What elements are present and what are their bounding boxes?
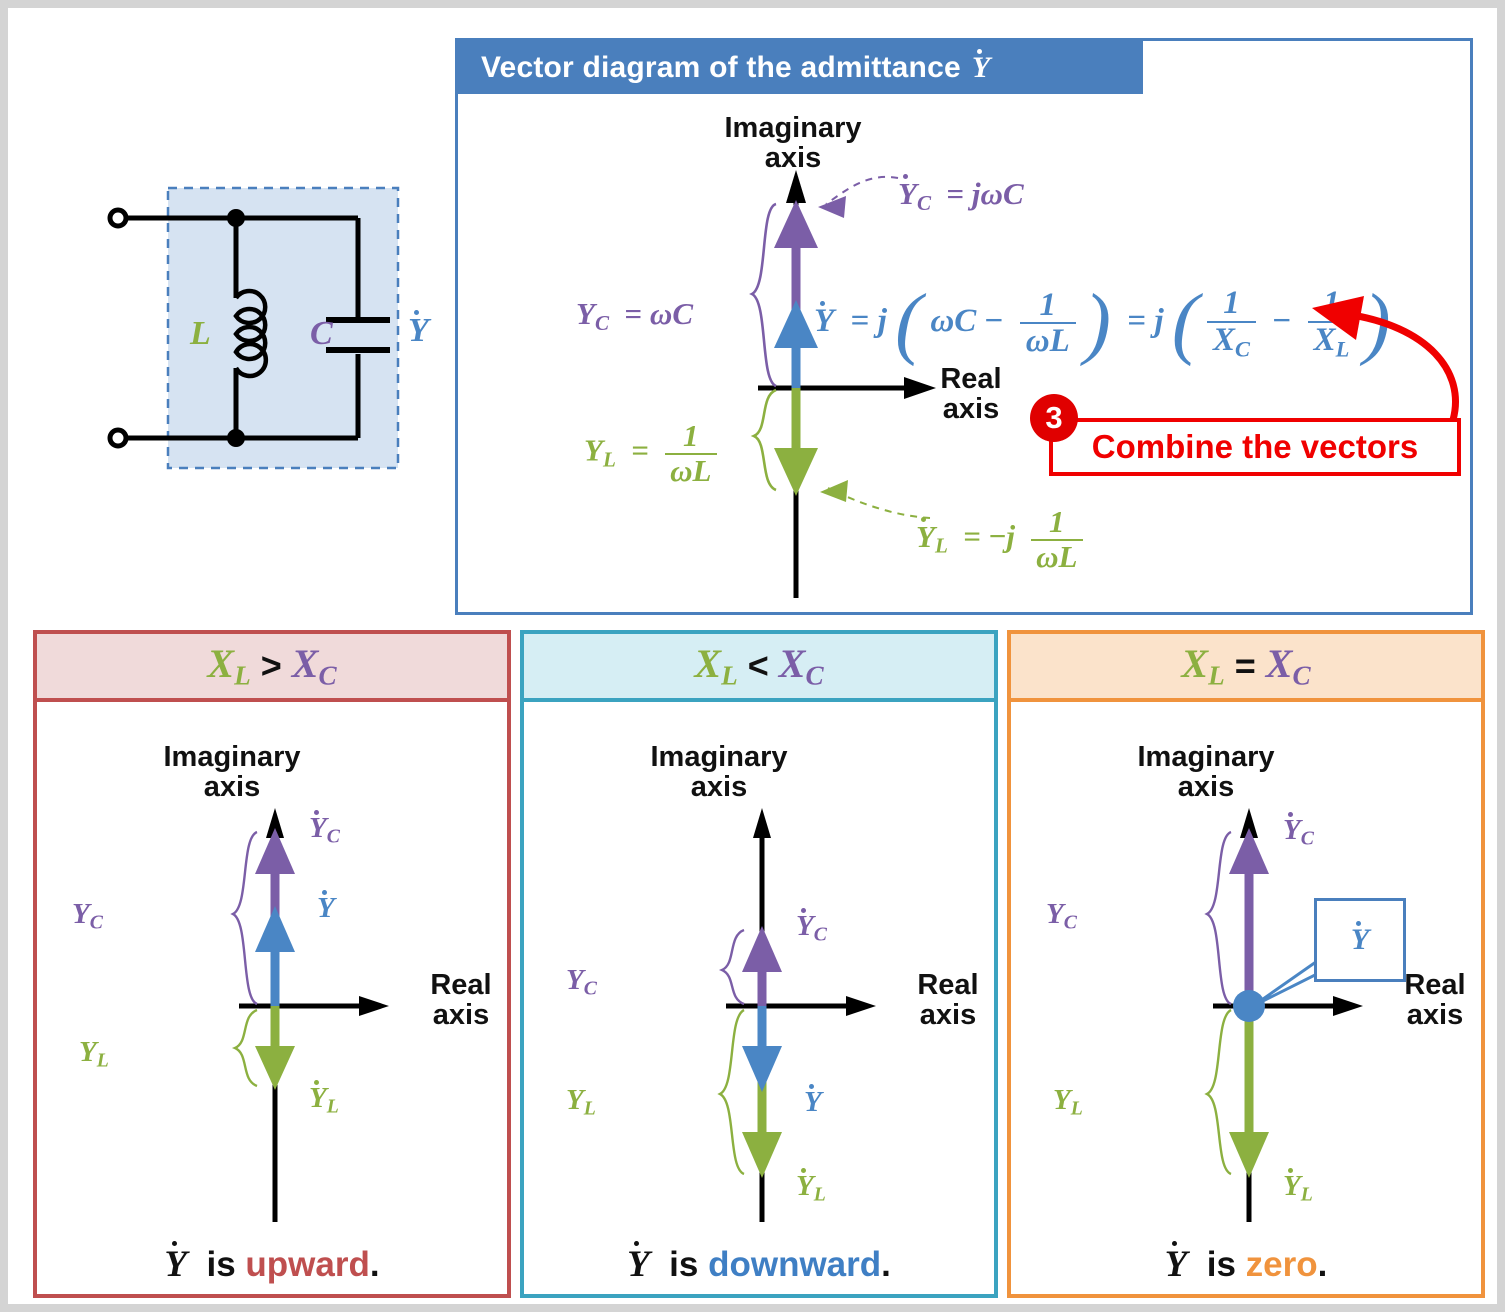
parallel-lc-circuit (107, 186, 400, 470)
case3-yl-brace-label: YL (1053, 1084, 1083, 1120)
case1-caption-word: upward (245, 1245, 370, 1284)
combine-vectors-callout[interactable]: Combine the vectors (1049, 418, 1461, 476)
case2-imaginary-axis-label: Imaginary axis (650, 741, 788, 804)
case1-caption: Y is upward. (37, 1240, 507, 1286)
case2-yc-brace-label: YC (566, 964, 597, 1000)
case3-header: XL = XC (1011, 634, 1481, 702)
case3-yc-vector-label: YC (1283, 812, 1314, 850)
inductor-label: L (190, 315, 211, 352)
main-yl-vector-label: YL = −j 1 ωL (916, 505, 1084, 573)
case3-body: Imaginary axis Real axis Y YC YL YC YL Y… (1011, 702, 1481, 1302)
case-panel-xl-equal-xc: XL = XC Imaginary axis Real axis Y YC YL… (1007, 630, 1485, 1298)
case1-yc-vector-label: YC (309, 810, 340, 848)
case2-yl-vector-label: YL (796, 1168, 826, 1206)
main-yl-magnitude: YL = 1 ωL (584, 419, 718, 487)
case1-yl-brace-label: YL (79, 1036, 109, 1072)
combine-vectors-label: Combine the vectors (1091, 428, 1419, 465)
case3-caption: Y is zero. (1011, 1240, 1481, 1286)
main-panel-title: Vector diagram of the admittance Y (455, 41, 1143, 94)
case2-body: Imaginary axis Real axis YC YL YC Y YL Y… (524, 702, 994, 1302)
case1-imaginary-axis-label: Imaginary axis (163, 741, 301, 804)
step-number-badge: 3 (1030, 394, 1078, 442)
circuit-admittance-label: Y (408, 309, 429, 350)
case2-caption-prefix: is (659, 1245, 709, 1284)
case1-vector-axes (230, 808, 389, 1222)
case1-yl-vector-label: YL (309, 1080, 339, 1118)
case2-caption-word: downward (708, 1245, 882, 1284)
main-panel-title-symbol: Y (971, 48, 991, 84)
case3-y-callout-box: Y (1314, 898, 1406, 982)
main-panel-title-text: Vector diagram of the admittance (481, 50, 961, 84)
case2-yc-vector-label: YC (796, 908, 827, 946)
case1-header: XL > XC (37, 634, 507, 702)
main-real-axis-label: Real axis (940, 363, 1002, 426)
case3-vector-axes (1204, 808, 1363, 1222)
combine-arrow (1312, 296, 1459, 421)
case2-y-vector-label: Y (804, 1084, 822, 1118)
main-yc-magnitude: YC = ωC (576, 296, 694, 335)
case3-caption-word: zero (1245, 1245, 1318, 1284)
case1-y-vector-label: Y (317, 890, 335, 924)
case2-vector-axes (717, 808, 876, 1222)
case1-caption-prefix: is (196, 1245, 246, 1284)
case3-yl-vector-label: YL (1283, 1168, 1313, 1206)
case3-yc-brace-label: YC (1046, 898, 1077, 934)
case2-caption: Y is downward. (524, 1240, 994, 1286)
case2-header: XL < XC (524, 634, 994, 702)
main-imaginary-axis-label: Imaginary axis (724, 112, 862, 175)
capacitor-label: C (310, 315, 333, 352)
case2-yl-brace-label: YL (566, 1084, 596, 1120)
case-panel-xl-less-xc: XL < XC Imaginary axis Real axis YC YL Y… (520, 630, 998, 1298)
page-canvas: L C Y Vector diagram of the admittance Y (8, 8, 1497, 1304)
case1-body: Imaginary axis Real axis YC YL YC Y YL Y… (37, 702, 507, 1302)
main-yc-vector-label: YC = jωC (898, 174, 1024, 215)
case3-imaginary-axis-label: Imaginary axis (1137, 741, 1275, 804)
case1-yc-brace-label: Y_CYC (72, 898, 103, 934)
case3-caption-prefix: is (1197, 1245, 1246, 1284)
case-panel-xl-greater-xc: XL > XC Imaginary axis Real axis YC YL Y… (33, 630, 511, 1298)
